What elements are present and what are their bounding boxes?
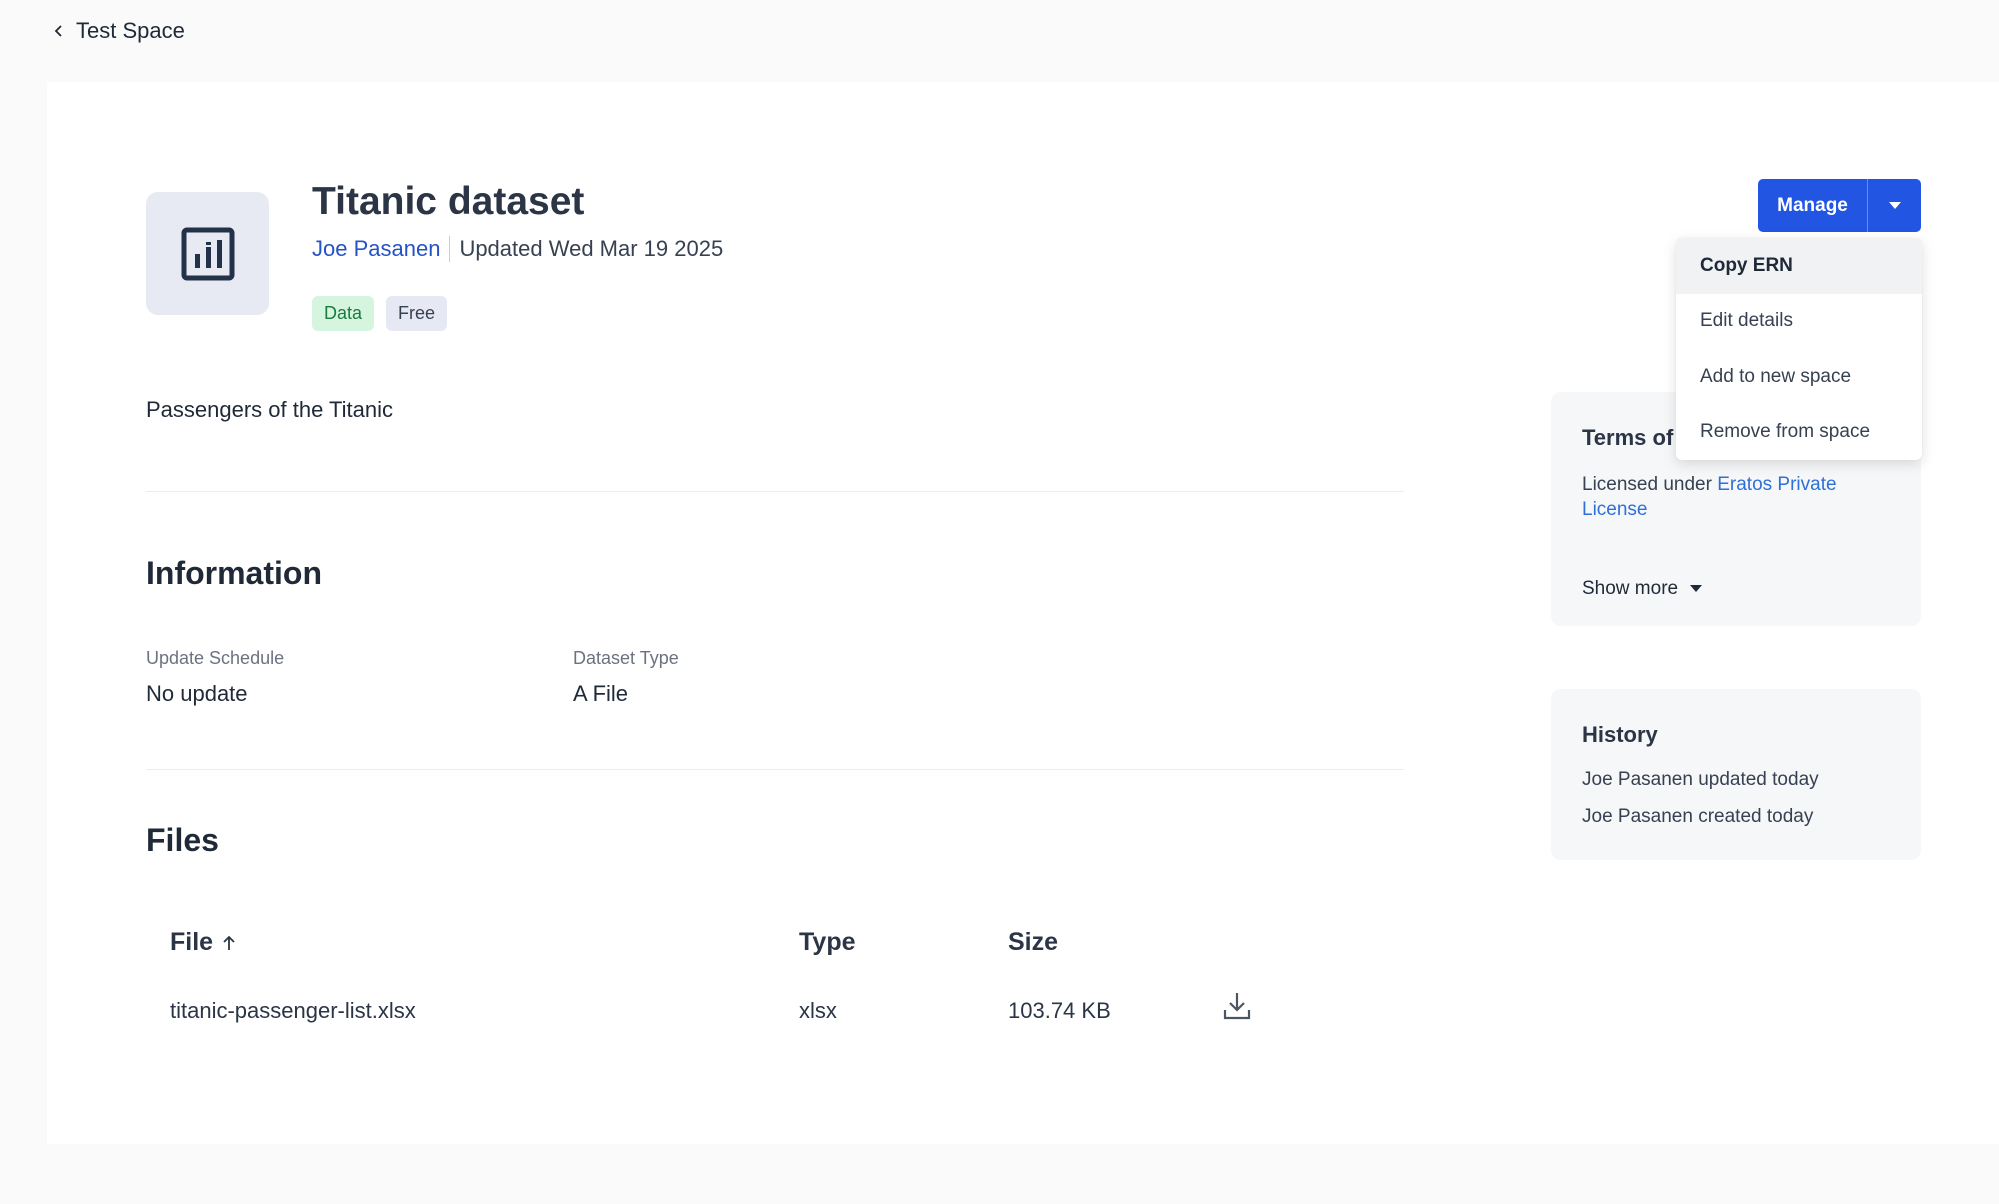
files-heading: Files (146, 822, 219, 858)
file-type-cell: xlsx (799, 998, 837, 1023)
dataset-description: Passengers of the Titanic (146, 397, 394, 422)
caret-down-icon (1888, 201, 1901, 209)
caret-down-icon (1690, 585, 1703, 592)
dataset-meta: Joe Pasanen Updated Wed Mar 19 2025 (312, 236, 723, 262)
license-link-line2: License (1582, 499, 1648, 520)
menu-item-copy-ern[interactable]: Copy ERN (1676, 238, 1922, 294)
column-header-size[interactable]: Size (1008, 928, 1058, 957)
tag-data: Data (312, 296, 375, 331)
tag-free: Free (386, 296, 448, 331)
page-title: Titanic dataset (312, 180, 585, 223)
chevron-left-icon (54, 25, 62, 37)
dataset-type-value: A File (573, 681, 629, 706)
back-link-label: Test Space (76, 18, 185, 43)
file-name-cell: titanic-passenger-list.xlsx (170, 998, 416, 1023)
history-entry: Joe Pasanen updated today (1582, 769, 1819, 790)
author-link[interactable]: Joe Pasanen (312, 236, 440, 262)
menu-item-remove-from-space[interactable]: Remove from space (1676, 405, 1922, 461)
terms-heading: Terms of (1582, 425, 1674, 450)
updated-date: Updated Wed Mar 19 2025 (459, 236, 724, 261)
dataset-type-label: Dataset Type (573, 648, 679, 668)
update-schedule-value: No update (146, 681, 248, 706)
manage-dropdown-toggle[interactable] (1868, 179, 1921, 232)
meta-divider (449, 236, 451, 262)
information-heading: Information (146, 555, 322, 591)
license-link-line1: Eratos Private (1717, 474, 1837, 495)
menu-item-add-to-new-space[interactable]: Add to new space (1676, 349, 1922, 405)
column-header-type[interactable]: Type (799, 928, 856, 957)
license-prefix: Licensed under (1582, 474, 1718, 495)
divider (146, 769, 1404, 770)
column-header-label: File (170, 928, 214, 956)
show-more-label: Show more (1582, 578, 1679, 599)
history-heading: History (1582, 722, 1658, 747)
manage-dropdown-menu: Copy ERN Edit details Add to new space R… (1676, 238, 1922, 460)
license-text: Licensed under Eratos Private License (1582, 472, 1882, 522)
chart-icon (181, 227, 234, 280)
back-link[interactable]: Test Space (52, 18, 185, 44)
divider (146, 491, 1404, 492)
column-header-file[interactable]: File (170, 928, 237, 957)
menu-item-edit-details[interactable]: Edit details (1676, 294, 1922, 350)
history-entry: Joe Pasanen created today (1582, 806, 1814, 827)
file-size-cell: 103.74 KB (1008, 998, 1111, 1023)
history-panel: History Joe Pasanen updated today Joe Pa… (1551, 689, 1921, 860)
show-more-button[interactable]: Show more (1582, 578, 1703, 600)
manage-button[interactable]: Manage (1758, 179, 1867, 232)
download-icon[interactable] (1222, 990, 1252, 1022)
manage-split-button: Manage (1758, 179, 1921, 232)
arrow-up-icon (223, 935, 235, 950)
update-schedule-label: Update Schedule (146, 648, 285, 668)
dataset-icon-tile (146, 192, 269, 315)
tag-list: Data Free (312, 296, 448, 331)
